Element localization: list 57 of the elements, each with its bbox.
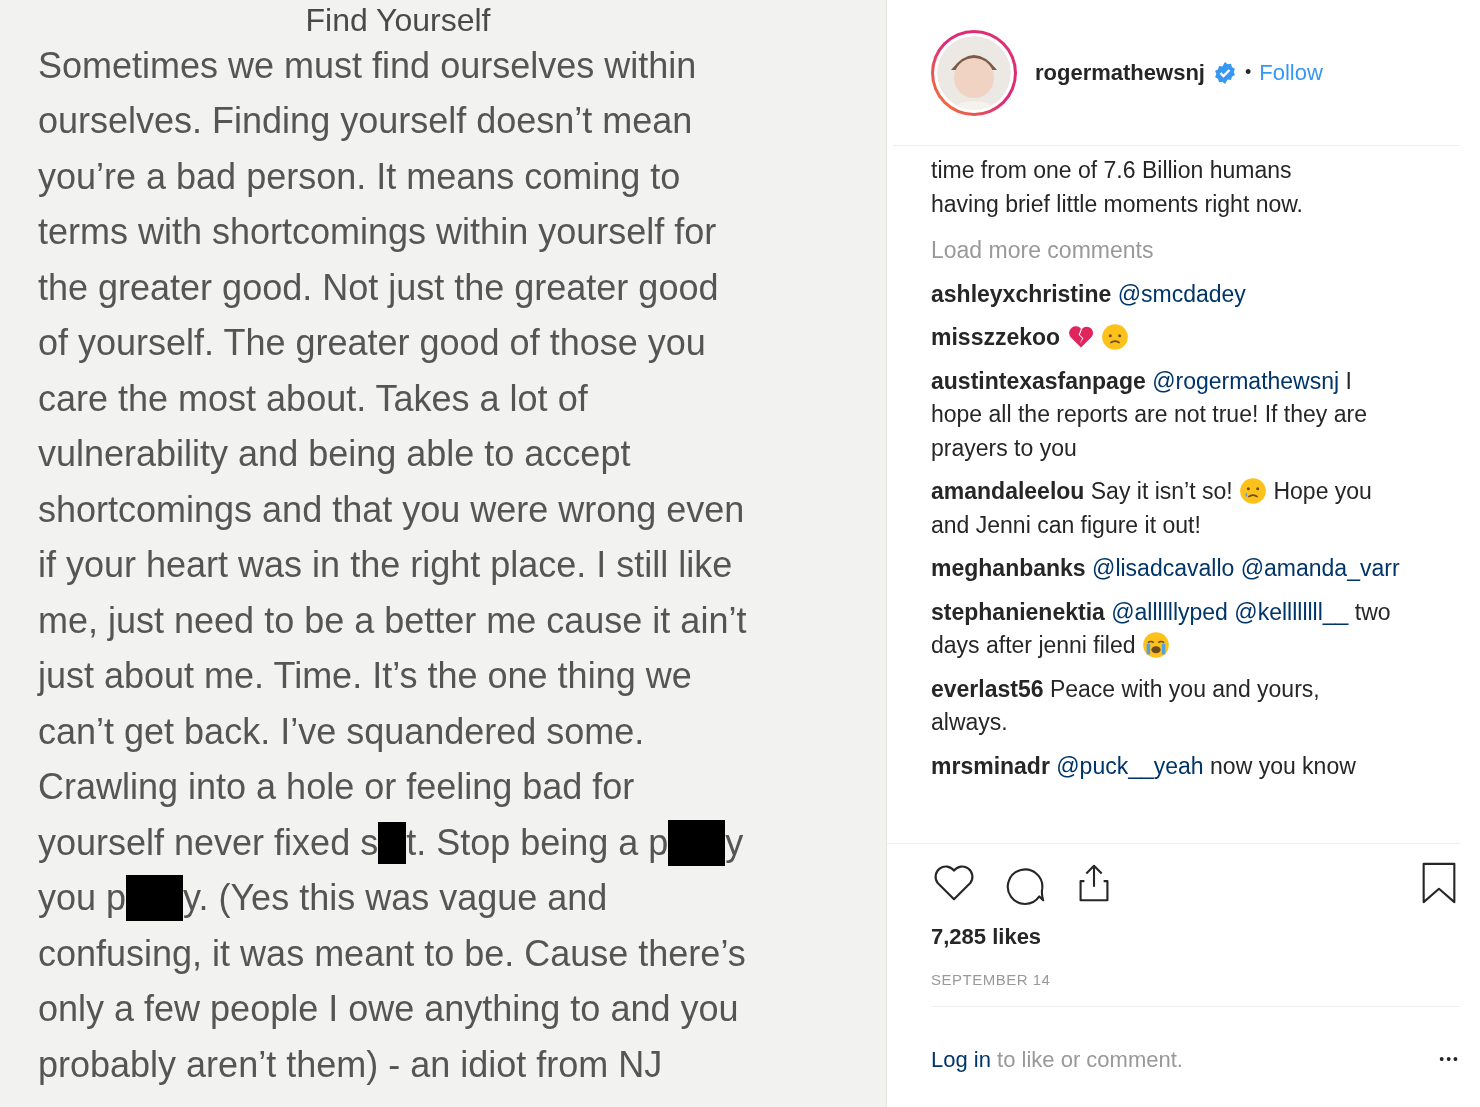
note-text: ourselves. Finding yourself doesn’t mean	[38, 99, 693, 144]
tear-emoji-icon	[1239, 477, 1268, 505]
redaction-bar	[378, 821, 407, 864]
comment-username[interactable]: stephanienektia	[931, 598, 1105, 625]
comment: amandaleelou Say it isn’t so! Hope you and Jenni can figure it out!	[931, 476, 1373, 540]
comment-username[interactable]: mrsminadr	[931, 752, 1050, 779]
note-text: me, just need to be a better me cause it ain’t	[38, 598, 747, 643]
more-options-button[interactable]: •••	[1439, 1048, 1460, 1070]
note-title: Find Yourself	[305, 2, 491, 38]
crying-emoji-icon	[1141, 631, 1170, 659]
mention-link[interactable]: @smcdadey	[1117, 280, 1246, 307]
note-text: yourself never fixed s	[38, 820, 379, 865]
note-text: can’t get back. I’ve squandered some.	[38, 709, 645, 754]
like-count: 7,285 likes	[931, 923, 1043, 951]
sad-emoji-icon	[1100, 323, 1129, 351]
redaction-bar	[126, 875, 184, 922]
comment-username[interactable]: meghanbanks	[931, 555, 1086, 581]
note-text: terms with shortcomings within yourself for	[38, 210, 717, 255]
note-text: only a few people I owe anything to and you	[38, 987, 739, 1032]
mention-link[interactable]: @allllllyped	[1111, 598, 1228, 625]
note-text: confusing, it was meant to be. Cause there’s	[38, 931, 746, 976]
note-text: you p	[38, 876, 127, 921]
note-text: shortcomings and that you were wrong even	[38, 487, 745, 532]
mention-link[interactable]: @rogermathewsnj	[1152, 367, 1340, 394]
note-text: Sometimes we must find ourselves within	[38, 43, 697, 88]
mention-link[interactable]: @kellllllll__	[1234, 598, 1349, 625]
separator-dot: •	[1244, 61, 1252, 84]
comment: austintexasfanpage @rogermathewsnj I hope all the reports are not true! If they are prayers to you	[931, 366, 1368, 463]
login-link[interactable]: Log in	[931, 1046, 991, 1072]
comment: stephanienektia @allllllyped @kellllllll__ two days after jenni filed	[931, 597, 1392, 661]
comment-username[interactable]: amandaleelou	[931, 478, 1085, 504]
note-text: t. Stop being a p	[406, 820, 669, 865]
note-text: probably aren’t them) - an idiot from NJ	[38, 1042, 663, 1087]
comment: everlast56 Peace with you and yours, always.	[931, 674, 1321, 737]
note-text: the greater good. Not just the greater good	[38, 265, 719, 310]
post-date: SEPTEMBER 14	[931, 970, 1052, 990]
comment: mrsminadr @puck__yeah now you know	[931, 751, 1357, 781]
mention-link[interactable]: @amanda_varr	[1240, 555, 1400, 581]
username[interactable]: rogermathewsnj	[1035, 56, 1205, 89]
note-text: vulnerability and being able to accept	[38, 432, 631, 477]
mention-link[interactable]: @lisadcavallo	[1092, 555, 1235, 581]
note-text: just about me. Time. It’s the one thing we	[38, 654, 692, 699]
note-text: you’re a bad person. It means coming to	[38, 154, 681, 199]
comment-username[interactable]: ashleyxchristine	[931, 280, 1112, 307]
note-text: Crawling into a hole or feeling bad for	[38, 765, 635, 810]
comment-username[interactable]: misszzekoo	[931, 324, 1061, 350]
note-text: y. (Yes this was vague and	[183, 876, 608, 921]
comment-username[interactable]: everlast56	[931, 675, 1044, 702]
note-text: of yourself. The greater good of those you	[38, 321, 706, 366]
redaction-bar	[668, 819, 726, 866]
mention-link[interactable]: @puck__yeah	[1056, 752, 1204, 779]
caption-text: time from one of 7.6 Billion humans having brief little moments right now.	[931, 156, 1304, 219]
login-prompt: Log in to like or comment.	[931, 1045, 1183, 1074]
note-text: care the most about. Takes a lot of	[38, 376, 588, 421]
note-text: if your heart was in the right place. I still like	[38, 543, 733, 588]
comment-username[interactable]: austintexasfanpage	[931, 367, 1146, 394]
note-text: y	[725, 820, 744, 865]
